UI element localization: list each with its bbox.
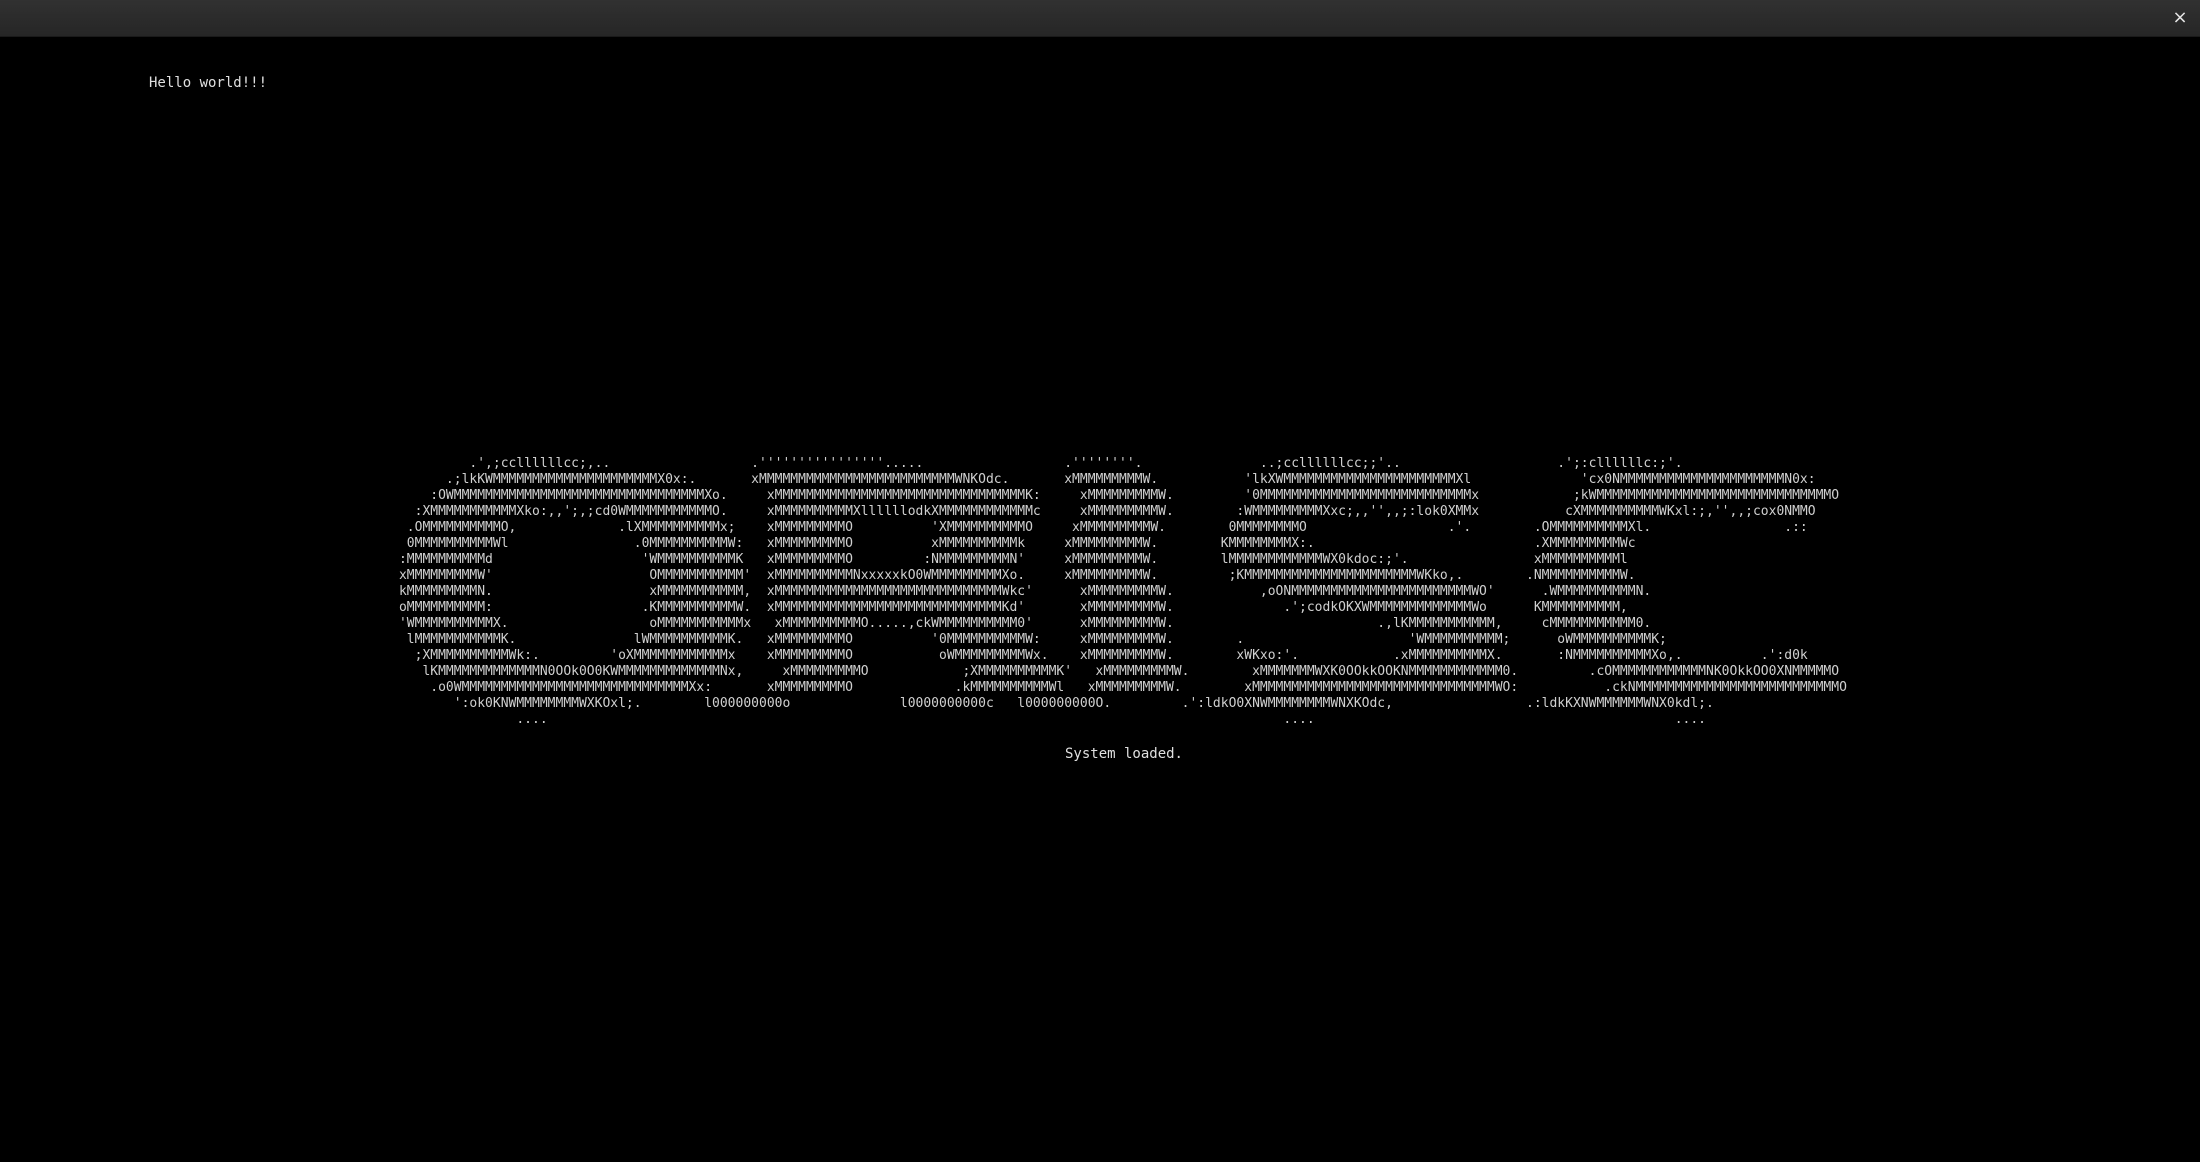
ascii-logo-line: ;XMMMMMMMMMMWk:. 'oXMMMMMMMMMMMMx xMMMMM…: [352, 648, 1808, 663]
ascii-logo-line: .',;ccllllllcc;,.. .''''''''''''''''....…: [352, 456, 1746, 471]
ascii-logo-line: 0MMMMMMMMMMWl .0MMMMMMMMMMW: xMMMMMMMMMO…: [352, 536, 1636, 551]
ascii-logo-line: lMMMMMMMMMMMK. lWMMMMMMMMMMK. xMMMMMMMMM…: [352, 632, 1667, 647]
ascii-logo-line: .;lkKWMMMMMMMMMMMMMMMMMMMMMX0x:. xMMMMMM…: [352, 472, 1816, 487]
ascii-logo-line: .OMMMMMMMMMMO, .lXMMMMMMMMMMx; xMMMMMMMM…: [352, 520, 1808, 535]
ascii-logo-line: xMMMMMMMMMW' OMMMMMMMMMMM' xMMMMMMMMMMNx…: [352, 568, 1636, 583]
greeting-text: Hello world!!!: [149, 75, 268, 91]
ascii-logo-line: :MMMMMMMMMMd 'WMMMMMMMMMMK xMMMMMMMMMO :…: [352, 552, 1628, 567]
ascii-logo-line: kMMMMMMMMMN. xMMMMMMMMMMM, xMMMMMMMMMMMM…: [352, 584, 1652, 599]
terminal-window: × Hello world!!! .',;ccllllllcc;,.. .'''…: [0, 0, 2200, 1162]
ascii-logo-line: oMMMMMMMMMM: .KMMMMMMMMMMW. xMMMMMMMMMMM…: [352, 600, 1628, 615]
ascii-logo-line: :XMMMMMMMMMMMXko:,,';,;cd0WMMMMMMMMMMMO.…: [352, 504, 1816, 519]
ascii-logo-line: 'WMMMMMMMMMMX. oMMMMMMMMMMMx xMMMMMMMMMM…: [352, 616, 1652, 631]
ascii-logo-line: .... .... ....: [352, 712, 1722, 727]
ascii-logo-line: lKMMMMMMMMMMMMMN0OOk0O0KWMMMMMMMMMMMMMNx…: [352, 664, 1840, 679]
ascii-logo-line: :OWMMMMMMMMMMMMMMMMMMMMMMMMMMMMMMMMXo. x…: [352, 488, 1840, 503]
ascii-logo: .',;ccllllllcc;,.. .''''''''''''''''....…: [352, 456, 1847, 728]
title-bar: ×: [0, 0, 2200, 37]
close-icon[interactable]: ×: [2168, 6, 2192, 30]
ascii-logo-line: .o0WMMMMMMMMMMMMMMMMMMMMMMMMMMMMMXx: xMM…: [352, 680, 1847, 695]
ascii-logo-line: ':ok0KNWMMMMMMMMWXKOxl;. l000000000o l00…: [352, 696, 1714, 711]
status-text: System loaded.: [1064, 746, 1183, 762]
